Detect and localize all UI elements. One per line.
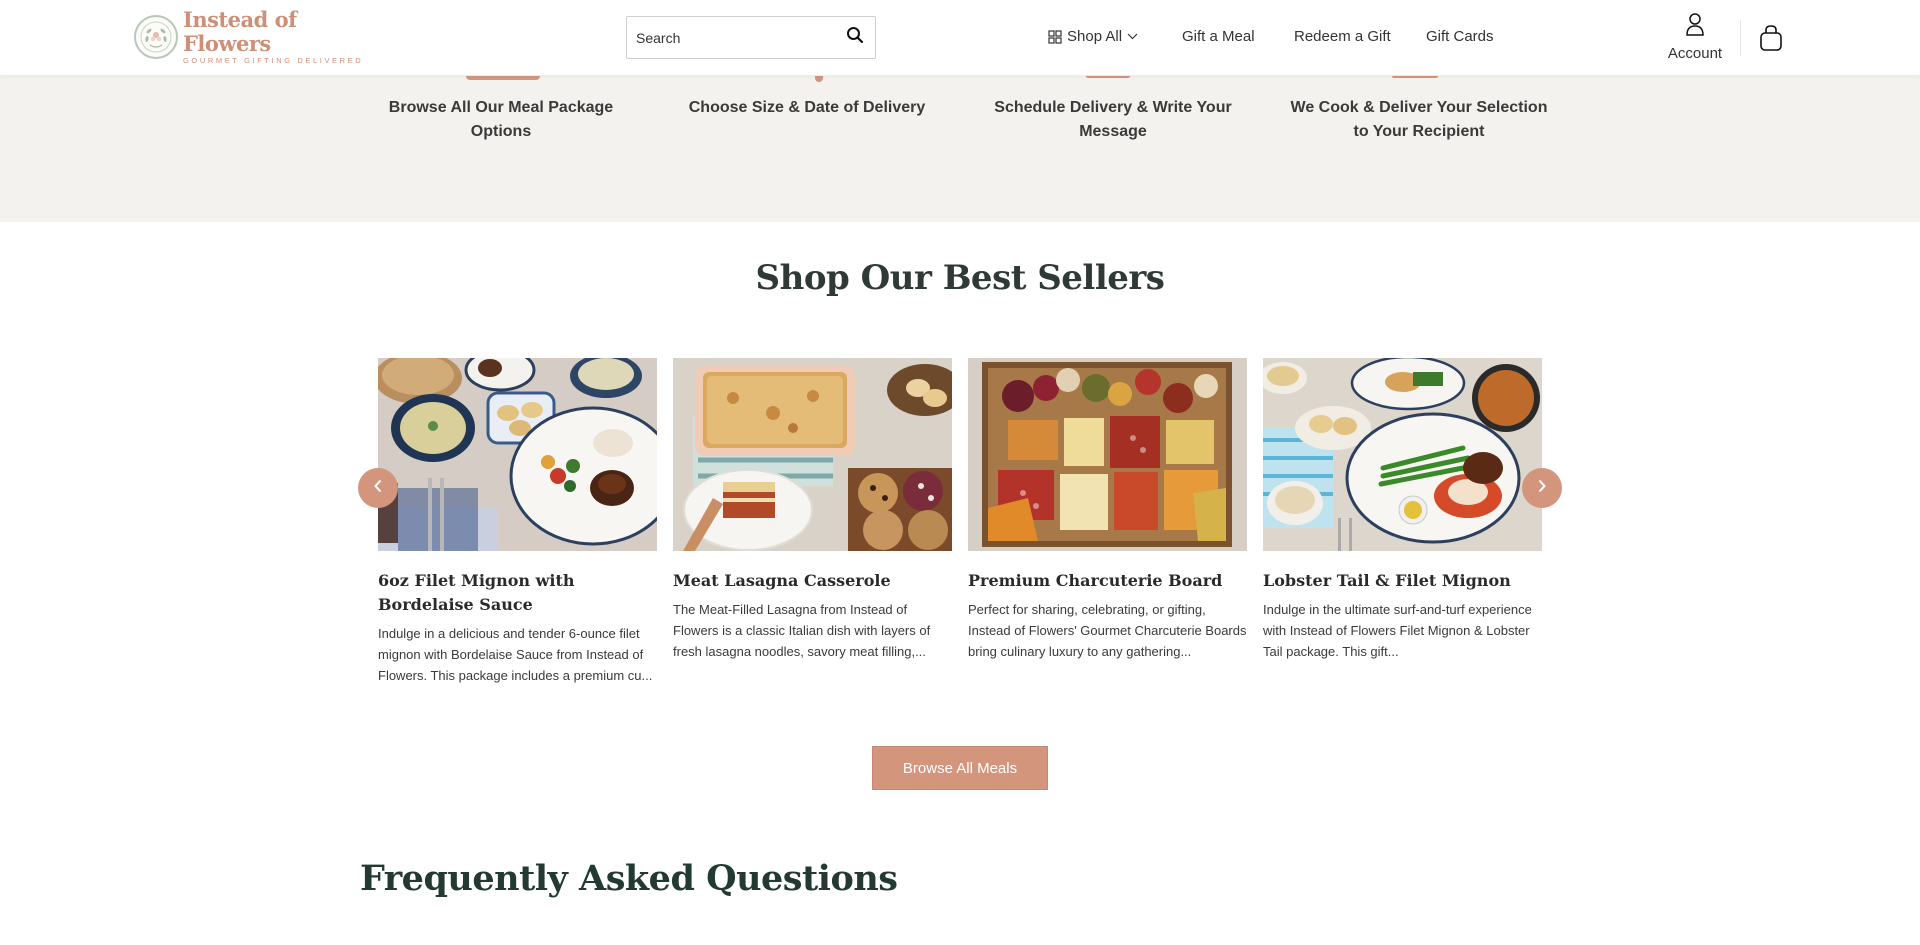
product-image-filet-mignon[interactable]: [378, 358, 657, 551]
step-2-label: Choose Size & Date of Delivery: [688, 99, 926, 116]
chevron-right-icon: [1537, 479, 1547, 498]
grid-icon: [1048, 29, 1062, 44]
product-description: Indulge in a delicious and tender 6-ounc…: [378, 626, 653, 683]
product-image-lobster-filet[interactable]: [1263, 358, 1542, 551]
logo-wreath-icon: [134, 15, 178, 59]
nav-shop-all[interactable]: Shop All: [1048, 28, 1138, 45]
step-4-label: We Cook & Deliver Your Selection to Your…: [1290, 99, 1548, 140]
product-description: Perfect for sharing, celebrating, or gif…: [968, 602, 1247, 659]
product-description: Indulge in the ultimate surf-and-turf ex…: [1263, 602, 1532, 659]
best-sellers-title: Shop Our Best Sellers: [755, 258, 1165, 298]
header-divider: [1740, 20, 1741, 56]
nav-shop-all-label: Shop All: [1067, 28, 1123, 45]
site-logo[interactable]: Instead of Flowers GOURMET GIFTING DELIV…: [134, 8, 374, 65]
carousel-prev-button[interactable]: [358, 468, 398, 508]
account-label: Account: [1667, 45, 1723, 62]
step-3-label: Schedule Delivery & Write Your Message: [994, 99, 1232, 140]
account-button[interactable]: Account: [1660, 12, 1730, 64]
user-icon: [1685, 12, 1705, 41]
product-description: The Meat-Filled Lasagna from Instead of …: [673, 602, 931, 659]
product-image-lasagna[interactable]: [673, 358, 952, 551]
product-card[interactable]: Meat Lasagna Casserole The Meat-Filled L…: [673, 358, 952, 662]
carousel-next-button[interactable]: [1522, 468, 1562, 508]
step-1-label: Browse All Our Meal Package Options: [388, 99, 614, 140]
faq-title: Frequently Asked Questions: [360, 858, 898, 899]
search-icon: [846, 26, 864, 49]
search-input[interactable]: [627, 17, 835, 58]
product-title[interactable]: Meat Lasagna Casserole: [673, 569, 952, 593]
chevron-left-icon: [373, 479, 383, 498]
product-image-charcuterie[interactable]: [968, 358, 1247, 551]
site-header: Instead of Flowers GOURMET GIFTING DELIV…: [0, 0, 1920, 76]
nav-gift-a-meal[interactable]: Gift a Meal: [1182, 28, 1255, 45]
step-3-accent: [1086, 76, 1130, 78]
nav-gift-cards[interactable]: Gift Cards: [1426, 28, 1494, 45]
search-button[interactable]: [835, 17, 875, 58]
nav-redeem-a-gift[interactable]: Redeem a Gift: [1294, 28, 1391, 45]
logo-subtitle: GOURMET GIFTING DELIVERED: [183, 56, 364, 65]
shopping-bag-icon: [1758, 25, 1784, 56]
chevron-down-icon: [1127, 33, 1138, 40]
product-title[interactable]: Premium Charcuterie Board: [968, 569, 1247, 593]
step-2-accent: [815, 76, 823, 82]
product-title[interactable]: 6oz Filet Mignon with Bordelaise Sauce: [378, 569, 657, 617]
browse-all-meals-button[interactable]: Browse All Meals: [872, 746, 1048, 790]
product-card[interactable]: 6oz Filet Mignon with Bordelaise Sauce I…: [378, 358, 657, 686]
product-card[interactable]: Lobster Tail & Filet Mignon Indulge in t…: [1263, 358, 1542, 662]
product-card[interactable]: Premium Charcuterie Board Perfect for sh…: [968, 358, 1247, 662]
search-box: [626, 16, 876, 59]
how-it-works-band: Browse All Our Meal Package Options Choo…: [0, 76, 1920, 222]
step-1-accent: [466, 76, 540, 80]
product-title[interactable]: Lobster Tail & Filet Mignon: [1263, 569, 1542, 593]
step-4-accent: [1392, 76, 1438, 78]
logo-title: Instead of Flowers: [183, 7, 297, 56]
cart-button[interactable]: [1758, 24, 1784, 52]
